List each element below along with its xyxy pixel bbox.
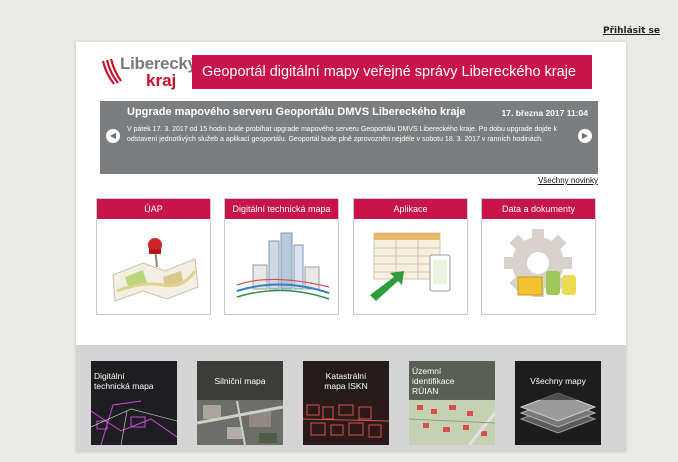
map-tile-silnicni[interactable]: Silniční mapa (197, 361, 283, 445)
chevron-left-icon[interactable]: ◀ (106, 129, 120, 143)
map-tiles-strip: Digitální technická mapa Silniční mapa K… (76, 345, 626, 452)
card-digitalni-technicka-mapa[interactable]: Digitální technická mapa (224, 198, 339, 315)
all-news-link[interactable]: Všechny novinky (496, 176, 598, 185)
map-tile-label: Územní identifikace RÚIAN (409, 361, 495, 400)
liberecky-kraj-logo[interactable]: Liberecký kraj (100, 54, 197, 92)
card-label: Data a dokumenty (482, 199, 595, 219)
card-data-a-dokumenty[interactable]: Data a dokumenty (481, 198, 596, 315)
card-aplikace[interactable]: Aplikace (353, 198, 468, 315)
card-label: Digitální technická mapa (225, 199, 338, 219)
map-tile-label: Digitální technická mapa (91, 361, 177, 400)
map-tile-katastralni[interactable]: Katastrální mapa ISKN (303, 361, 389, 445)
card-uap[interactable]: ÚAP (96, 198, 211, 315)
news-body: V pátek 17. 3. 2017 od 15 hodin bude pro… (127, 126, 558, 143)
card-label: ÚAP (97, 199, 210, 219)
main-panel: Liberecký kraj Geoportál digitální mapy … (76, 42, 626, 452)
app-table-icon (370, 232, 451, 301)
news-date: 17. března 2017 11:04 (501, 108, 588, 118)
city-lines-icon (236, 232, 330, 300)
page-title: Geoportál digitální mapy veřejné správy … (192, 55, 592, 89)
map-tile-ruian[interactable]: Územní identifikace RÚIAN (409, 361, 495, 445)
news-carousel: ◀ Upgrade mapového serveru Geoportálu DM… (100, 101, 598, 174)
chevron-right-icon[interactable]: ▶ (578, 129, 592, 143)
map-tile-dtm[interactable]: Digitální technická mapa (91, 361, 177, 445)
card-label: Aplikace (354, 199, 467, 219)
gear-folder-icon (504, 229, 576, 297)
logo-marks-icon (101, 58, 122, 85)
map-tile-label: Silniční mapa (197, 361, 283, 400)
map-tile-label: Katastrální mapa ISKN (303, 361, 389, 400)
login-link[interactable]: Přihlásit se (560, 26, 660, 36)
map-tile-label: Všechny mapy (515, 361, 601, 400)
logo-text-kraj: kraj (146, 71, 177, 90)
map-pin-icon (112, 238, 199, 302)
news-title[interactable]: Upgrade mapového serveru Geoportálu DMVS… (127, 106, 466, 118)
map-tile-vsechny[interactable]: Všechny mapy (515, 361, 601, 445)
